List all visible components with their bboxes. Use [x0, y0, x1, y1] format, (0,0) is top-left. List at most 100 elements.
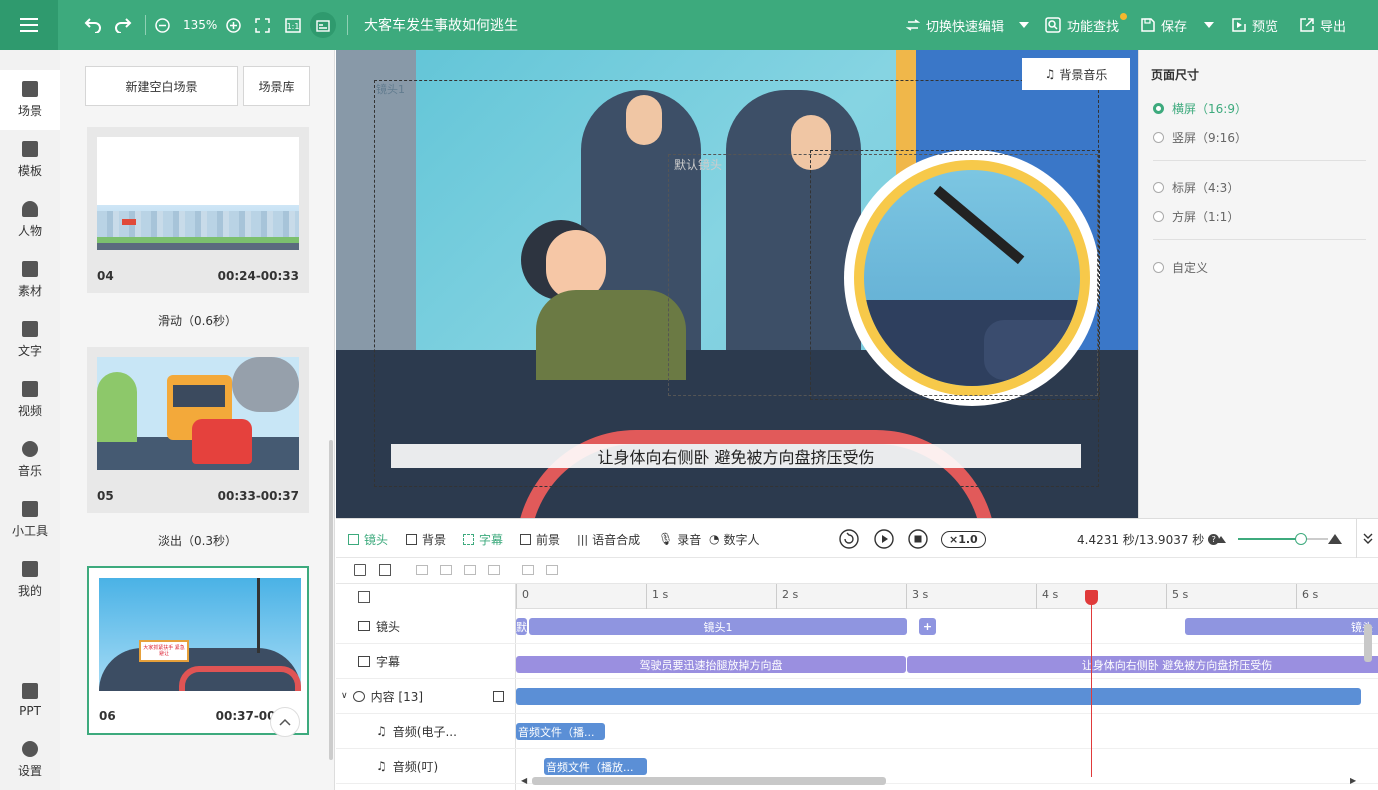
gear-icon [22, 741, 38, 757]
default-camera-label: 默认镜头 [674, 158, 723, 172]
chevron-down-icon: ∨ [341, 691, 348, 701]
save-dropdown[interactable] [1204, 0, 1214, 50]
nav-item-ppt[interactable]: PPT [0, 670, 60, 730]
timeline[interactable]: 0 1 s 2 s 3 s 4 s 5 s 6 s 默 镜头1 + 镜头 驾驶员要迅速抬腿放… [516, 584, 1378, 790]
group-icon[interactable] [522, 565, 534, 575]
camera-clip[interactable]: 镜头 [1185, 618, 1378, 635]
time-ruler[interactable]: 0 1 s 2 s 3 s 4 s 5 s 6 s [516, 584, 1378, 609]
scroll-left-icon[interactable]: ◀ [521, 776, 527, 785]
add-camera-clip-button[interactable]: + [919, 618, 936, 635]
radio-dot [1153, 132, 1164, 143]
speed-button[interactable]: ×1.0 [941, 519, 986, 559]
content-clip[interactable] [516, 688, 1361, 705]
nav-item-person[interactable]: 人物 [0, 190, 60, 250]
preview-button[interactable]: 预览 [1232, 0, 1278, 50]
radio-landscape[interactable]: 横屏（16:9） [1153, 100, 1247, 117]
subtitle-tool-button[interactable] [310, 0, 336, 50]
tts-button[interactable]: ||| 语音合成 [577, 519, 640, 559]
nav-item-scene[interactable]: 场景 [0, 70, 60, 130]
add-subtitle-button[interactable]: 字幕 [463, 519, 503, 559]
radio-portrait[interactable]: 竖屏（9:16） [1153, 129, 1247, 146]
track-label-camera[interactable]: 镜头 [336, 609, 516, 644]
timeline-zoom-slider[interactable] [1238, 519, 1328, 559]
nav-item-template[interactable]: 模板 [0, 130, 60, 190]
scene-scrollbar[interactable] [329, 440, 333, 760]
subtitle-clip[interactable]: 让身体向右侧卧 避免被方向盘挤压受伤 [907, 656, 1378, 673]
track-label-content[interactable]: ∨ 内容 [13] [336, 679, 516, 714]
nav-item-settings[interactable]: 设置 [0, 730, 60, 790]
align-left-icon[interactable] [416, 565, 428, 575]
digital-human-button[interactable]: ◔ 数字人 [709, 519, 760, 559]
fullscreen-button[interactable] [255, 0, 270, 50]
menu-button[interactable] [0, 0, 58, 50]
align-right-icon[interactable] [464, 565, 476, 575]
new-blank-scene-button[interactable]: 新建空白场景 [85, 66, 238, 106]
person-icon [22, 201, 38, 217]
audio-clip[interactable]: 音频文件（播... [516, 723, 605, 740]
stop-button[interactable] [908, 519, 928, 559]
nav-item-video[interactable]: 视频 [0, 370, 60, 430]
nav-item-music[interactable]: 音乐 [0, 430, 60, 490]
scene-library-button[interactable]: 场景库 [243, 66, 310, 106]
align-center-icon[interactable] [440, 565, 452, 575]
zoom-selection-frame[interactable] [810, 150, 1100, 400]
nav-item-material[interactable]: 素材 [0, 250, 60, 310]
page-size-panel: 页面尺寸 横屏（16:9） 竖屏（9:16） 标屏（4:3） 方屏（1:1） 自… [1138, 50, 1378, 518]
rewind-button[interactable] [839, 519, 859, 559]
enter-icon[interactable] [493, 690, 504, 702]
camera-clip[interactable]: 默 [516, 618, 527, 635]
bg-music-button[interactable]: ♫ 背景音乐 [1022, 58, 1130, 90]
nav-item-toolbox[interactable]: 小工具 [0, 490, 60, 550]
add-camera-button[interactable]: 镜头 [348, 519, 388, 559]
canvas-area[interactable]: 镜头1 默认镜头 让身体向右侧卧 避免被方向盘挤压受伤 ♫ 背景音乐 [336, 50, 1138, 518]
transition-label[interactable]: 淡出（0.3秒） [60, 532, 335, 549]
track-label-audio[interactable]: ♫ 音频(叮) [336, 749, 516, 784]
subtitle-text[interactable]: 让身体向右侧卧 避免被方向盘挤压受伤 [391, 444, 1081, 468]
caret-down-icon [1204, 22, 1214, 28]
feature-search-button[interactable]: 功能查找 [1045, 0, 1127, 50]
redo-button[interactable] [114, 0, 132, 50]
switch-edit-dropdown[interactable] [1019, 0, 1029, 50]
nav-item-text[interactable]: 文字 [0, 310, 60, 370]
minus-circle-icon [155, 17, 170, 33]
scroll-up-button[interactable] [270, 707, 300, 737]
zoom-in-button[interactable] [226, 0, 241, 50]
switch-edit-button[interactable]: 切换快速编辑 [906, 0, 1004, 50]
slider-knob[interactable] [1295, 533, 1307, 545]
zoom-out-button[interactable] [155, 0, 170, 50]
camera-clip[interactable]: 镜头1 [529, 618, 907, 635]
scene-card[interactable]: 04 00:24-00:33 [87, 127, 309, 293]
zoom-out-timeline-icon[interactable] [1216, 519, 1226, 559]
scene-card[interactable]: 05 00:33-00:37 [87, 347, 309, 513]
layer-icon[interactable] [379, 564, 391, 576]
radio-standard[interactable]: 标屏（4:3） [1153, 179, 1239, 196]
actual-size-button[interactable]: 1:1 [285, 0, 301, 50]
collapse-timeline-button[interactable] [1356, 519, 1378, 559]
filter-icon[interactable] [354, 564, 366, 576]
track-label-audio[interactable]: ♫ 音频(电子... [336, 714, 516, 749]
audio-clip[interactable]: 音频文件（播放... [544, 758, 647, 775]
project-title[interactable]: 大客车发生事故如何逃生 [364, 0, 518, 50]
add-foreground-button[interactable]: 前景 [520, 519, 560, 559]
scroll-right-icon[interactable]: ▶ [1350, 776, 1356, 785]
record-button[interactable]: 🎙 录音 [658, 519, 701, 559]
ungroup-icon[interactable] [546, 565, 558, 575]
distribute-icon[interactable] [488, 565, 500, 575]
playhead-handle[interactable] [1085, 590, 1098, 605]
export-button[interactable]: 导出 [1300, 0, 1346, 50]
add-background-button[interactable]: 背景 [406, 519, 446, 559]
track-label-subtitle[interactable]: 字幕 [336, 644, 516, 679]
horizontal-scrollbar[interactable] [532, 777, 886, 785]
save-button[interactable]: 保存 [1141, 0, 1187, 50]
zoom-in-timeline-icon[interactable] [1328, 519, 1342, 559]
radio-square[interactable]: 方屏（1:1） [1153, 208, 1239, 225]
nav-item-mine[interactable]: 我的 [0, 550, 60, 610]
subtitle-clip[interactable]: 驾驶员要迅速抬腿放掉方向盘 [516, 656, 906, 673]
play-button[interactable] [874, 519, 894, 559]
transition-label[interactable]: 滑动（0.6秒） [60, 312, 335, 329]
grid-icon[interactable] [358, 591, 370, 603]
radio-custom[interactable]: 自定义 [1153, 259, 1208, 276]
playhead[interactable] [1085, 590, 1098, 777]
undo-button[interactable] [84, 0, 102, 50]
vertical-scrollbar[interactable] [1364, 624, 1372, 662]
